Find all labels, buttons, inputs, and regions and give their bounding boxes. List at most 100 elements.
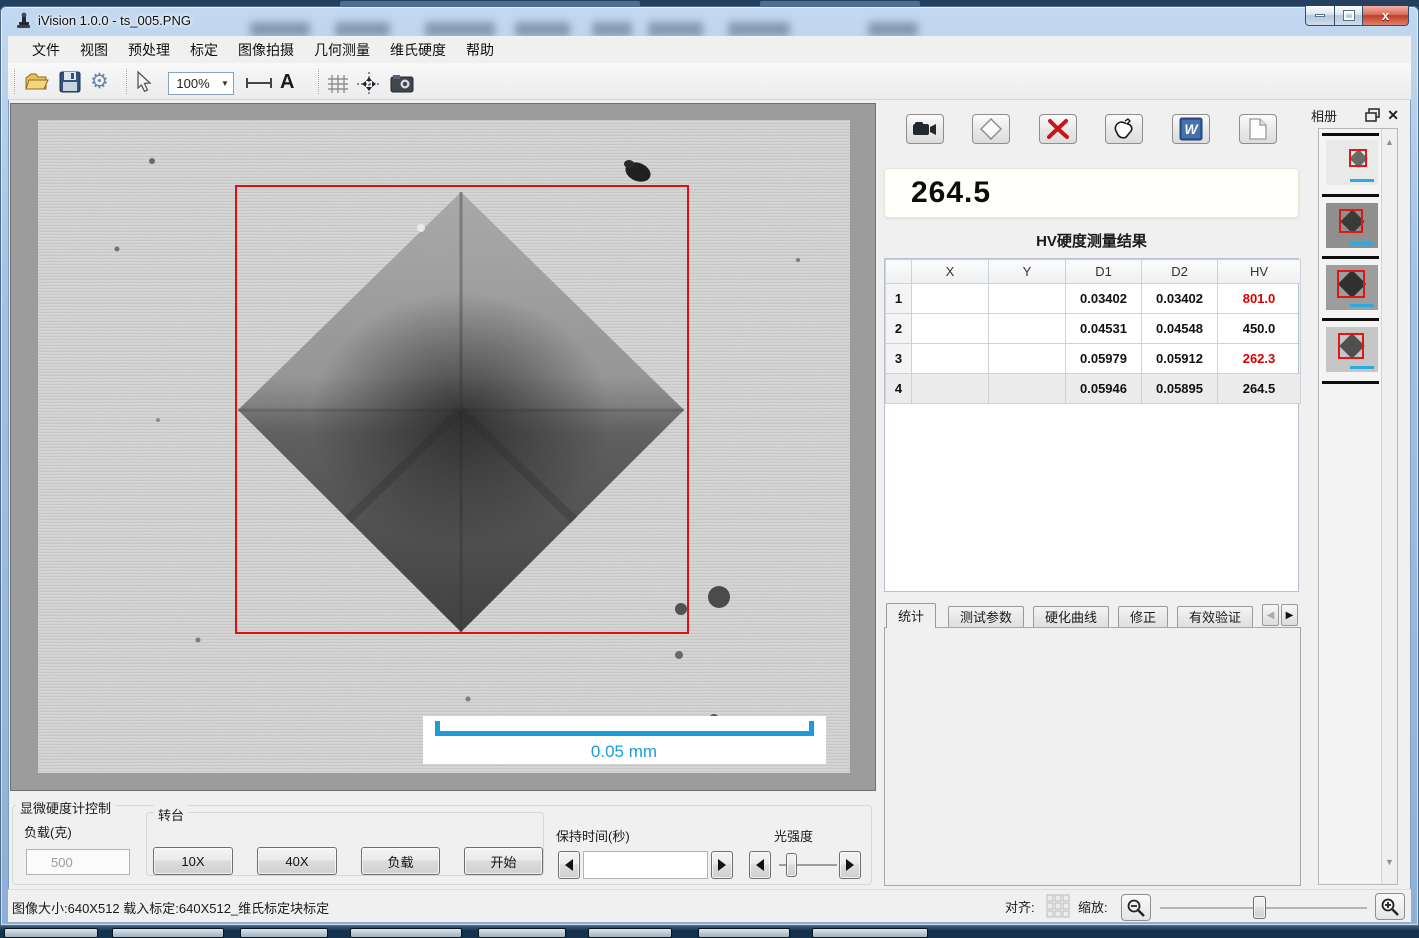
dwell-increase-button[interactable] [711,851,733,879]
table-row[interactable]: 2 0.04531 0.04548 450.0 [886,314,1301,344]
tab-hardening-curve[interactable]: 硬化曲线 [1033,606,1109,627]
cell-y [989,314,1066,344]
cell-y [989,284,1066,314]
save-button[interactable] [58,70,82,94]
tab-correction[interactable]: 修正 [1118,606,1168,627]
col-x[interactable]: X [912,260,989,284]
album-thumbnail-2[interactable] [1326,203,1378,248]
taskbar-button[interactable] [812,928,928,938]
col-d1[interactable]: D1 [1066,260,1142,284]
scalebar-graphic: 0.05 mm [423,716,826,764]
export-word-button[interactable]: W [1172,114,1210,144]
tab-validation[interactable]: 有效验证 [1177,606,1253,627]
scroll-up-icon[interactable]: ▲ [1385,137,1394,147]
light-increase-button[interactable] [839,851,861,879]
clear-all-button[interactable] [1105,114,1143,144]
album-scrollbar[interactable]: ▲ ▼ [1381,129,1397,884]
zoom-out-button[interactable] [1121,894,1151,921]
select-tool-button[interactable] [134,70,156,94]
dwell-time-field[interactable] [583,851,708,879]
load-field[interactable] [26,849,130,875]
thumb-scalebar [1350,179,1374,182]
background-window-blur [515,22,570,37]
open-file-button[interactable] [24,70,50,94]
zoom-combo[interactable]: 100% ▼ [168,72,234,95]
tab-test-params[interactable]: 测试参数 [948,606,1024,627]
taskbar-button[interactable] [478,928,566,938]
taskbar-button[interactable] [350,928,462,938]
align-grid-icon[interactable] [1046,894,1070,918]
microscope-image[interactable]: 0.05 mm [38,120,850,773]
taskbar-button[interactable] [588,928,672,938]
album-thumbnail-3[interactable] [1326,265,1378,310]
taskbar-button[interactable] [240,928,328,938]
taskbar-button[interactable] [4,928,98,938]
current-hv-value: 264.5 [911,176,991,210]
dwell-decrease-button[interactable] [558,851,580,879]
background-window-blur [868,22,918,37]
maximize-button[interactable] [1335,6,1363,26]
menu-capture[interactable]: 图像拍摄 [228,37,304,63]
menu-vickers[interactable]: 维氏硬度 [380,37,456,63]
tab-scroll-right[interactable]: ▶ [1281,604,1298,626]
table-row-selected[interactable]: 4 0.05946 0.05895 264.5 [886,374,1301,404]
album-thumbnail-4[interactable] [1326,327,1378,372]
taskbar-button[interactable] [698,928,790,938]
light-slider-thumb[interactable] [786,853,797,877]
album-thumbnail-1[interactable] [1326,140,1378,185]
col-y[interactable]: Y [989,260,1066,284]
grid-icon [326,73,350,95]
col-d2[interactable]: D2 [1142,260,1218,284]
row-index: 3 [886,344,912,374]
settings-button[interactable]: ⚙ [90,69,109,94]
table-row[interactable]: 1 0.03402 0.03402 801.0 [886,284,1301,314]
menu-help[interactable]: 帮助 [456,37,504,63]
chevron-down-icon[interactable]: ▼ [217,79,233,88]
menu-view[interactable]: 视图 [70,37,118,63]
arrow-left-icon [565,859,573,871]
close-panel-icon[interactable]: ✕ [1387,107,1399,124]
snapshot-button[interactable] [390,73,414,93]
text-tool-button[interactable]: A [280,71,294,94]
album-header: 相册 ✕ [1305,103,1407,127]
light-decrease-button[interactable] [749,851,771,879]
menu-file[interactable]: 文件 [22,37,70,63]
close-button[interactable]: x [1363,6,1409,26]
live-video-button[interactable] [906,114,944,144]
grid-tool-button[interactable] [326,73,350,95]
tab-scroll-left[interactable]: ◀ [1262,604,1279,626]
arrow-left-icon [756,859,764,871]
measure-indent-button[interactable] [972,114,1010,144]
delete-result-button[interactable] [1039,114,1077,144]
cell-y [989,344,1066,374]
statistics-panel [884,627,1301,886]
start-button[interactable]: 开始 [464,847,543,875]
zoom-slider-thumb[interactable] [1253,896,1266,919]
word-icon: W [1179,117,1203,141]
row-index: 1 [886,284,912,314]
thumb-rect [1349,149,1367,167]
measure-tool-button[interactable] [244,76,274,90]
image-viewer[interactable]: 0.05 mm [10,103,876,791]
album-list[interactable]: ▲ ▼ [1318,128,1398,885]
turret-load-button[interactable]: 负载 [361,847,440,875]
taskbar-button[interactable] [112,928,224,938]
scroll-down-icon[interactable]: ▼ [1385,857,1394,867]
col-hv[interactable]: HV [1218,260,1301,284]
taskbar [0,926,1419,938]
table-row[interactable]: 3 0.05979 0.05912 262.3 [886,344,1301,374]
cell-d2: 0.05912 [1142,344,1218,374]
zoom-in-button[interactable] [1375,893,1405,920]
background-window-blur [592,22,632,37]
menu-preprocess[interactable]: 预处理 [118,37,180,63]
turret-10x-button[interactable]: 10X [153,847,233,875]
new-report-button[interactable] [1239,114,1277,144]
menu-geometry[interactable]: 几何测量 [304,37,380,63]
tab-statistics[interactable]: 统计 [886,603,936,628]
float-panel-icon[interactable] [1365,108,1381,122]
results-table[interactable]: X Y D1 D2 HV 1 0.03402 0.03402 801.0 2 0… [884,258,1299,592]
stage-center-button[interactable] [356,71,382,97]
menu-calibration[interactable]: 标定 [180,37,228,63]
turret-40x-button[interactable]: 40X [257,847,337,875]
minimize-button[interactable] [1305,6,1335,26]
